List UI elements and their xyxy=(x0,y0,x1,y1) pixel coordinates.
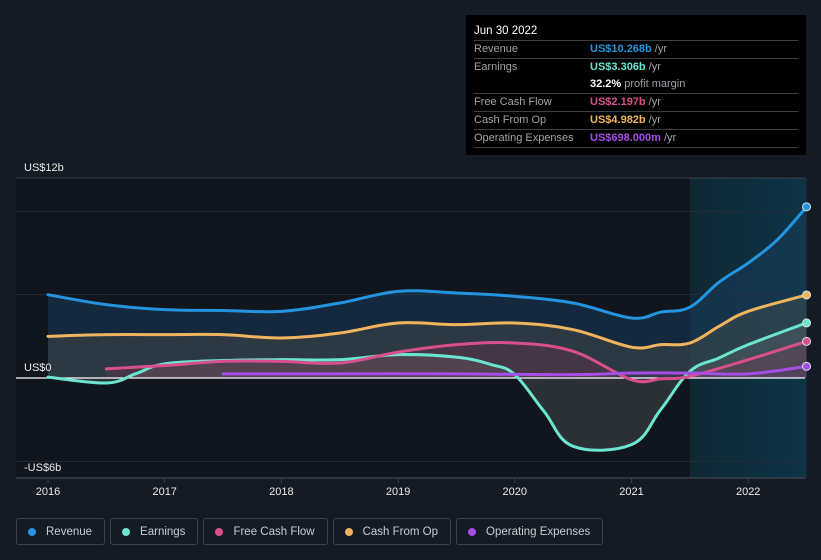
y-tick-label: -US$6b xyxy=(24,462,61,474)
operating-expenses-endpoint xyxy=(802,361,812,371)
tooltip-row: Cash From Op US$4.982b/yr xyxy=(474,111,798,129)
legend: Revenue Earnings Free Cash Flow Cash From O… xyxy=(16,518,604,545)
x-tick-label: 2016 xyxy=(36,486,60,498)
legend-dot-icon xyxy=(468,527,477,536)
legend-item-earnings[interactable]: Earnings xyxy=(110,518,199,545)
tooltip-row: Operating Expenses US$698.000m/yr xyxy=(474,129,798,148)
tooltip-row-label: Cash From Op xyxy=(474,114,547,126)
legend-label: Cash From Op xyxy=(362,525,439,538)
x-tick-label: 2020 xyxy=(503,486,527,498)
legend-item-operating-expenses[interactable]: Operating Expenses xyxy=(456,518,604,545)
legend-label: Revenue xyxy=(46,525,93,538)
tooltip-row-label: Operating Expenses xyxy=(474,132,574,144)
tooltip-row-value: 32.2% xyxy=(590,78,622,90)
legend-label: Free Cash Flow xyxy=(233,525,315,538)
x-tick-label: 2019 xyxy=(386,486,410,498)
tooltip-row-label xyxy=(474,76,590,93)
tooltip-row-unit: /yr xyxy=(654,43,667,55)
tooltip-row-label: Revenue xyxy=(474,43,519,55)
tooltip-date: Jun 30 2022 xyxy=(474,25,538,37)
x-tick-label: 2017 xyxy=(152,486,176,498)
legend-dot-icon xyxy=(28,527,36,536)
legend-label: Operating Expenses xyxy=(486,525,591,538)
tooltip-row-unit: /yr xyxy=(648,61,661,73)
tooltip-row-value: US$4.982b xyxy=(590,114,646,126)
tooltip: Jun 30 2022 Revenue US$10.268b/yr Earnings… xyxy=(466,15,806,155)
legend-dot-icon xyxy=(344,527,353,536)
tooltip-row-value: US$2.197b xyxy=(590,96,646,108)
y-tick-label: US$0 xyxy=(24,362,52,374)
free-cash-flow-endpoint xyxy=(802,336,812,346)
tooltip-row: Revenue US$10.268b/yr xyxy=(474,40,798,58)
legend-item-free-cash-flow[interactable]: Free Cash Flow xyxy=(203,518,328,545)
tooltip-row: Earnings US$3.306b/yr xyxy=(474,58,798,76)
revenue-endpoint xyxy=(802,202,812,212)
tooltip-row-value: US$10.268b xyxy=(590,43,652,55)
earnings-endpoint xyxy=(802,318,812,328)
tooltip-row-value: US$698.000m xyxy=(590,132,661,144)
legend-dot-icon xyxy=(215,527,224,536)
x-tick-label: 2021 xyxy=(619,486,643,498)
x-tick-label: 2022 xyxy=(736,486,760,498)
x-tick-label: 2018 xyxy=(269,486,293,498)
legend-item-cash-from-op[interactable]: Cash From Op xyxy=(332,518,452,545)
cash-from-op-endpoint xyxy=(802,290,812,300)
tooltip-row: 32.2% profit margin xyxy=(474,76,798,93)
legend-dot-icon xyxy=(122,527,131,536)
tooltip-row-value: US$3.306b xyxy=(590,61,646,73)
tooltip-row-unit: profit margin xyxy=(624,78,686,90)
tooltip-row-label: Free Cash Flow xyxy=(474,96,552,108)
legend-label: Earnings xyxy=(140,525,186,538)
tooltip-row-unit: /yr xyxy=(663,132,677,144)
y-tick-label: US$12b xyxy=(24,162,64,174)
tooltip-row-unit: /yr xyxy=(648,114,661,126)
tooltip-row-unit: /yr xyxy=(648,96,661,108)
tooltip-row: Free Cash Flow US$2.197b/yr xyxy=(474,93,798,111)
legend-item-revenue[interactable]: Revenue xyxy=(16,518,106,545)
tooltip-row-label: Earnings xyxy=(474,61,518,73)
